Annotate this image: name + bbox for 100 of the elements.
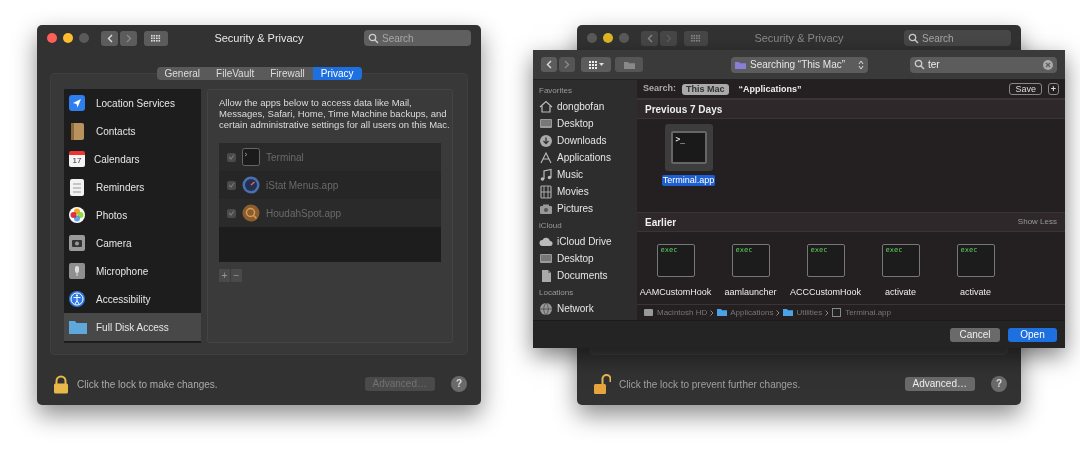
globe-icon — [539, 301, 553, 316]
magnifier-icon — [242, 204, 260, 222]
sidebar-item[interactable]: Movies — [539, 183, 631, 200]
folder-icon — [623, 60, 635, 69]
file-name[interactable]: activate — [959, 287, 992, 298]
chevron-left-icon — [646, 33, 653, 43]
show-less-button[interactable]: Show Less — [1017, 216, 1057, 228]
open-button[interactable]: Open — [1008, 327, 1057, 342]
chevron-right-icon — [710, 309, 715, 316]
sidebar-item[interactable]: dongbofan — [539, 98, 631, 115]
description: Allow the apps below to access data like Mail, Messages, Safari, Home, Time Machine backups, and certain administrative settings for all users on this Mac. — [219, 97, 450, 130]
category-item[interactable]: Accessibility — [64, 285, 201, 313]
tab[interactable]: Firewall — [262, 67, 313, 80]
app-name: HoudahSpot.app — [266, 206, 342, 221]
sidebar-item[interactable]: Downloads — [539, 132, 631, 149]
checkmark-icon — [228, 182, 235, 188]
category-label: Contacts — [96, 124, 136, 139]
sidebar-heading: Locations — [539, 287, 575, 299]
folder-icon — [717, 308, 728, 317]
sidebar-item[interactable]: Documents — [539, 267, 631, 284]
path-item[interactable]: Macintosh HD — [657, 306, 708, 319]
grid-icon — [151, 34, 161, 42]
category-item[interactable]: Location Services — [64, 89, 201, 117]
back-button[interactable] — [101, 30, 118, 46]
path-item[interactable]: Terminal.app — [845, 306, 891, 319]
download-circle-icon — [539, 133, 553, 148]
sidebar-label: Documents — [557, 269, 608, 283]
category-item[interactable]: Photos — [64, 201, 201, 229]
sidebar-item[interactable]: Desktop — [539, 115, 631, 132]
path-item[interactable]: Utilities — [796, 306, 823, 319]
category-item[interactable]: Contacts — [64, 117, 201, 145]
compass-icon — [539, 150, 553, 165]
category-item[interactable]: Microphone — [64, 257, 201, 285]
search-icon — [368, 32, 379, 44]
back-button[interactable] — [541, 57, 557, 72]
add-button[interactable]: + — [1048, 83, 1059, 95]
forward-button[interactable] — [559, 57, 575, 72]
flower-icon — [69, 206, 87, 224]
cancel-button[interactable]: Cancel — [950, 327, 1000, 342]
search-value: ter — [928, 58, 940, 72]
view-button[interactable] — [581, 57, 611, 72]
folder-icon — [735, 60, 746, 69]
sidebar-item[interactable]: Applications — [539, 149, 631, 166]
path-item[interactable]: Applications — [730, 306, 774, 319]
display-icon — [539, 116, 553, 131]
show-all-button[interactable] — [144, 30, 168, 46]
category-label: Calendars — [94, 152, 140, 167]
minimize-button[interactable] — [603, 33, 613, 43]
scope-button[interactable]: This Mac — [682, 83, 729, 95]
file-name[interactable]: activate — [884, 287, 917, 298]
help-button[interactable]: ? — [451, 376, 467, 392]
tab[interactable]: Privacy — [312, 67, 362, 80]
file-name[interactable]: Terminal.app — [661, 175, 716, 186]
search-placeholder: Search — [922, 31, 954, 46]
chevron-left-icon — [546, 60, 552, 69]
advanced-button[interactable]: Advanced… — [904, 377, 975, 391]
scope-label: Search: — [643, 82, 677, 96]
sidebar-item[interactable]: Music — [539, 166, 631, 183]
category-item[interactable]: Full Disk Access — [64, 313, 201, 341]
save-button[interactable]: Save — [1009, 83, 1042, 95]
close-button[interactable] — [47, 33, 57, 43]
category-label: Full Disk Access — [96, 320, 169, 335]
app-name: iStat Menus.app — [266, 178, 339, 193]
category-label: Photos — [96, 208, 128, 223]
category-label: Location Services — [96, 96, 175, 111]
accessibility-icon — [69, 290, 87, 308]
up-down-arrows-icon — [858, 59, 864, 70]
minimize-button[interactable] — [63, 33, 73, 43]
zoom-button[interactable] — [619, 33, 629, 43]
icon-prompt: >_ — [675, 135, 687, 144]
search-icon — [908, 32, 919, 44]
category-item[interactable]: Camera — [64, 229, 201, 257]
chevron-right-icon — [776, 309, 781, 316]
chevron-right-icon — [564, 60, 570, 69]
sidebar-item[interactable]: Desktop — [539, 250, 631, 267]
zoom-button[interactable] — [79, 33, 89, 43]
sidebar-label: Pictures — [557, 202, 594, 216]
sidebar-item[interactable]: Pictures — [539, 200, 631, 217]
close-button[interactable] — [587, 33, 597, 43]
sidebar-item[interactable]: Network — [539, 300, 631, 317]
chevron-right-icon — [825, 309, 830, 316]
tab[interactable]: FileVault — [208, 67, 263, 80]
file-name[interactable]: AAMCustomHook — [638, 287, 713, 298]
search-field[interactable]: Search — [904, 30, 1011, 46]
calendar-date: 17 — [71, 156, 83, 166]
file-name[interactable]: ACCCustomHook — [789, 287, 862, 298]
location-popup[interactable]: Searching “This Mac” — [731, 56, 868, 73]
file-name[interactable]: aamlauncher — [723, 287, 778, 298]
category-item[interactable]: Reminders — [64, 173, 201, 201]
checklist-icon — [69, 178, 87, 196]
sidebar-item[interactable]: iCloud Drive — [539, 233, 631, 250]
app-name: Terminal — [266, 150, 304, 165]
search-field[interactable]: ter — [910, 56, 1057, 73]
tab[interactable]: General — [156, 67, 209, 80]
forward-button[interactable] — [120, 30, 137, 46]
music-note-icon — [539, 167, 553, 182]
scope-button[interactable]: “Applications” — [734, 83, 806, 95]
help-button[interactable]: ? — [991, 376, 1007, 392]
film-strip-icon — [539, 184, 553, 199]
category-item[interactable]: 17 Calendars — [64, 145, 201, 173]
